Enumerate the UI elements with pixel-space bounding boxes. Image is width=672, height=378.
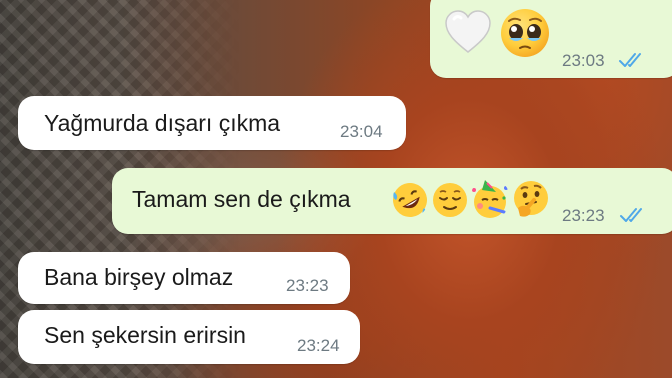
thinking-face-icon: [514, 181, 548, 217]
message-text: Bana birşey olmaz: [44, 264, 234, 290]
pleading-face-icon: [501, 9, 549, 57]
message-text: Tamam sen de çıkma: [132, 186, 351, 212]
outgoing-message-bubble[interactable]: 23:03: [430, 0, 672, 78]
incoming-message-bubble[interactable]: Sen şekersin erirsin 23:24: [18, 310, 360, 364]
message-text: Sen şekersin erirsin: [44, 322, 246, 348]
message-timestamp: 23:03: [562, 51, 605, 70]
white-heart-icon: [445, 10, 491, 53]
incoming-message-bubble[interactable]: Bana birşey olmaz 23:23: [18, 252, 350, 304]
message-timestamp: 23:04: [340, 122, 383, 141]
message-timestamp: 23:23: [286, 276, 329, 295]
outgoing-message-bubble[interactable]: Tamam sen de çıkma 23:23: [112, 168, 672, 234]
read-receipt-icon: [620, 208, 642, 222]
partying-face-icon: [472, 180, 508, 218]
incoming-message-bubble[interactable]: Yağmurda dışarı çıkma 23:04: [18, 96, 406, 150]
message-timestamp: 23:24: [297, 336, 340, 355]
read-receipt-icon: [619, 53, 641, 67]
message-timestamp: 23:23: [562, 206, 605, 225]
message-text: Yağmurda dışarı çıkma: [44, 110, 281, 136]
relieved-face-icon: [433, 183, 467, 217]
rolling-on-floor-laughing-icon: [393, 183, 427, 217]
